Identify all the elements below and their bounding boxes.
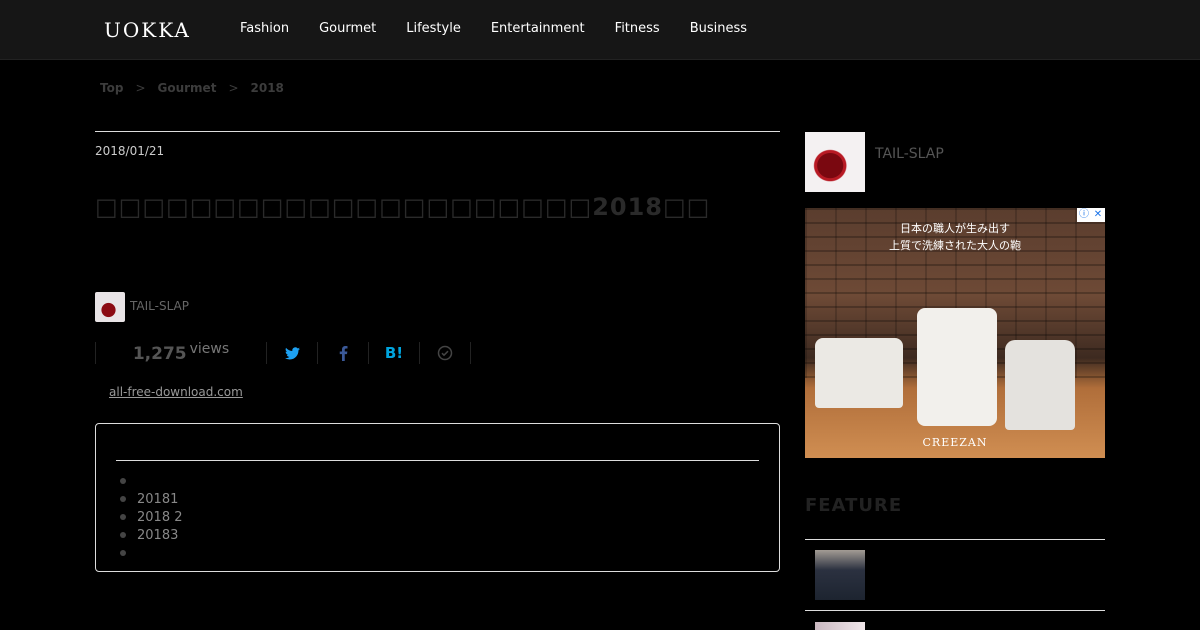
image-credit-link[interactable]: all-free-download.com: [109, 385, 243, 399]
site-logo[interactable]: UOKKA: [104, 18, 191, 42]
facebook-share-button[interactable]: [318, 340, 368, 366]
article-divider: [95, 131, 780, 132]
sidebar-author-avatar[interactable]: [805, 132, 865, 192]
toc-item[interactable]: 20181: [120, 490, 183, 508]
ad-copy: 日本の職人が生み出す 上質で洗練された大人の鞄: [805, 220, 1105, 254]
site-header: UOKKA Fashion Gourmet Lifestyle Entertai…: [0, 0, 1200, 60]
toc-item[interactable]: 20183: [120, 526, 183, 544]
ad-choices: ⓘ ✕: [1077, 208, 1105, 222]
author-name[interactable]: TAIL-SLAP: [130, 299, 189, 313]
article-title: □□□□□□□□□□□□□□□□□□□□□2018□□: [95, 193, 711, 221]
nav-business[interactable]: Business: [690, 21, 747, 36]
toc-item[interactable]: 2018 2: [120, 508, 183, 526]
nav-fashion[interactable]: Fashion: [240, 21, 289, 36]
feature-heading: FEATURE: [805, 495, 903, 516]
ad-copy-line: 上質で洗練された大人の鞄: [889, 239, 1021, 252]
breadcrumb-separator: >: [228, 81, 239, 95]
feature-thumbnail[interactable]: [815, 550, 865, 600]
ad-suitcase-image: [917, 308, 997, 426]
facebook-icon: [339, 345, 347, 361]
ad-brand-logo: CREEZAN: [922, 436, 988, 449]
toc-divider: [116, 460, 759, 461]
view-counter: 1,275 views: [96, 341, 266, 364]
twitter-icon: [284, 346, 300, 359]
main-nav: Fashion Gourmet Lifestyle Entertainment …: [240, 21, 747, 36]
view-count: 1,275: [132, 344, 187, 364]
view-label: views: [189, 341, 230, 357]
share-divider: [470, 342, 471, 364]
feature-thumbnail[interactable]: [815, 622, 865, 630]
table-of-contents: 20181 2018 2 20183: [95, 423, 780, 572]
feature-divider: [805, 610, 1105, 611]
nav-lifestyle[interactable]: Lifestyle: [406, 21, 461, 36]
check-circle-icon: [437, 345, 453, 361]
toc-item[interactable]: [120, 472, 183, 490]
nav-entertainment[interactable]: Entertainment: [491, 21, 585, 36]
advertisement-banner[interactable]: 日本の職人が生み出す 上質で洗練された大人の鞄 CREEZAN ⓘ ✕: [805, 208, 1105, 458]
ad-bag-image: [1005, 340, 1075, 430]
nav-fitness[interactable]: Fitness: [615, 21, 660, 36]
ad-info-icon[interactable]: ⓘ: [1077, 208, 1091, 222]
breadcrumb: Top > Gourmet > 2018: [100, 81, 284, 95]
share-bar: 1,275 views B!: [95, 340, 471, 366]
toc-item[interactable]: [120, 544, 183, 562]
hatena-share-button[interactable]: B!: [369, 340, 419, 366]
breadcrumb-current: 2018: [250, 81, 284, 95]
article-date: 2018/01/21: [95, 144, 165, 158]
breadcrumb-top[interactable]: Top: [100, 81, 123, 95]
ad-bag-image: [815, 338, 903, 408]
hatena-icon: B!: [384, 344, 404, 362]
toc-list: 20181 2018 2 20183: [120, 472, 183, 562]
pocket-share-button[interactable]: [420, 340, 470, 366]
nav-gourmet[interactable]: Gourmet: [319, 21, 376, 36]
feature-divider: [805, 539, 1105, 540]
ad-copy-line: 日本の職人が生み出す: [900, 222, 1010, 235]
twitter-share-button[interactable]: [267, 340, 317, 366]
close-icon[interactable]: ✕: [1091, 208, 1105, 222]
sidebar-author-name[interactable]: TAIL-SLAP: [875, 146, 944, 162]
author-avatar[interactable]: [95, 292, 125, 322]
breadcrumb-gourmet[interactable]: Gourmet: [158, 81, 217, 95]
breadcrumb-separator: >: [135, 81, 146, 95]
